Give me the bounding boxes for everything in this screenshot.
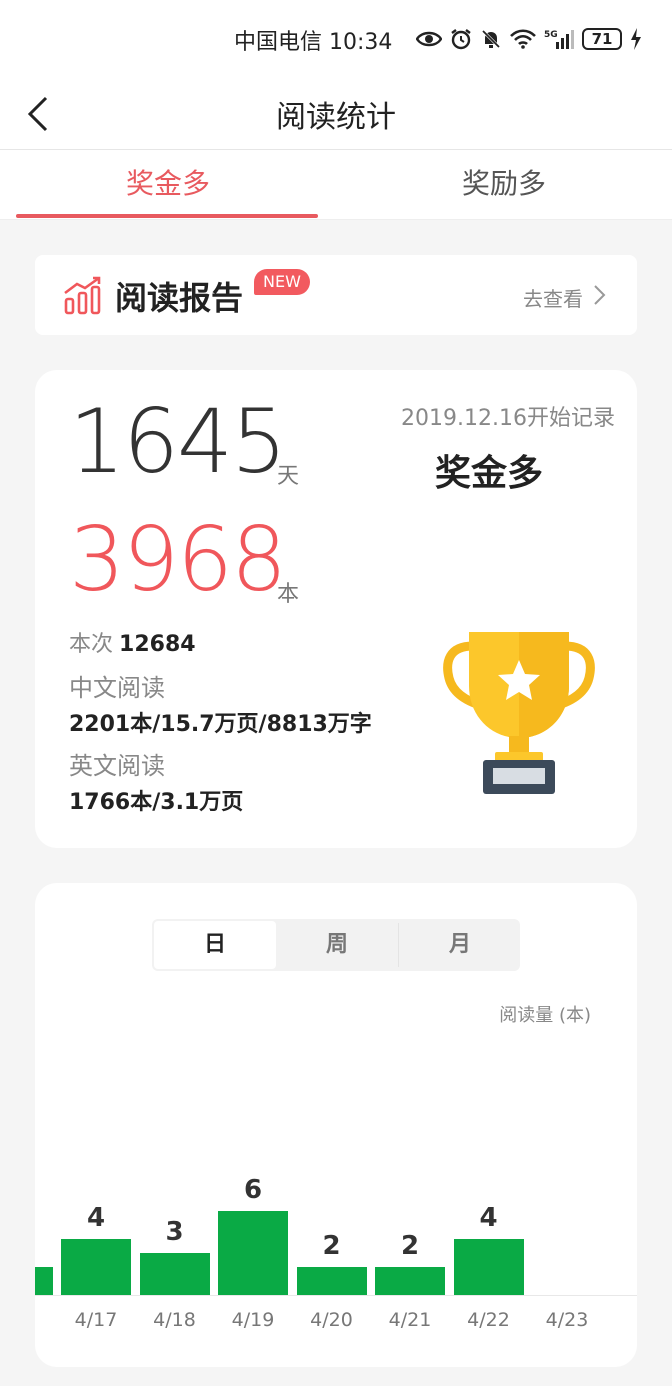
mute-icon	[481, 29, 501, 49]
books-count-unit: 本	[277, 582, 300, 607]
toggle-day[interactable]: 日	[154, 921, 276, 969]
chart-bar-value-label: 2	[400, 1231, 420, 1261]
chart-unit-label: 阅读量 (本)	[499, 1005, 591, 1026]
reading-report-card[interactable]: 阅读报告 NEW 去查看	[35, 255, 637, 335]
bar-chart: 4 4/17 3 4/18 6 4/19 2 4/20 2 4/21 4 4/22 4/23	[35, 1043, 637, 1367]
status-carrier-time: 中国电信 10:34	[234, 30, 393, 55]
books-count-value: 3968	[69, 508, 287, 611]
5g-signal-icon: 5G	[544, 30, 574, 49]
reading-days-value: 1645	[69, 390, 287, 493]
title-bar: 阅读统计	[0, 78, 672, 150]
chart-bar[interactable]	[375, 1267, 445, 1295]
chart-bar[interactable]	[139, 1253, 210, 1295]
chart-x-tick-label: 4/20	[310, 1309, 353, 1331]
wifi-icon	[510, 29, 536, 49]
tab-jiangjinduo[interactable]: 奖金多	[0, 150, 336, 220]
bar-chart-icon	[64, 276, 101, 315]
new-badge: NEW	[254, 269, 310, 295]
chart-bar-value-label: 4	[479, 1203, 498, 1233]
svg-text:5G: 5G	[544, 30, 558, 40]
tab-bar: 奖金多 奖励多	[0, 150, 672, 220]
charging-icon	[631, 28, 641, 50]
english-reading-label: 英文阅读	[69, 752, 165, 780]
english-reading-value: 1766本/3.1万页	[69, 790, 244, 815]
chart-x-tick-label: 4/17	[74, 1309, 118, 1331]
status-bar: 中国电信 10:34 5G 71	[0, 0, 672, 78]
sessions-label: 本次	[69, 632, 114, 657]
x-axis-line	[35, 1295, 637, 1296]
app-name: 奖金多	[435, 453, 544, 494]
chevron-right-icon	[594, 285, 606, 305]
chinese-reading-value: 2201本/15.7万页/8813万字	[69, 712, 372, 737]
active-tab-indicator	[16, 214, 318, 218]
alarm-icon	[451, 29, 471, 50]
toggle-week[interactable]: 周	[276, 921, 398, 969]
chart-bar-value-label: 6	[243, 1175, 263, 1205]
chart-bar[interactable]	[453, 1239, 524, 1295]
reading-report-label: 阅读报告	[115, 279, 244, 317]
chart-x-tick-label: 4/23	[545, 1309, 589, 1331]
chart-bar[interactable]	[61, 1239, 131, 1295]
reading-chart-card: 日 周 月 阅读量 (本) 4 4/17 3 4/18 6 4/19 2 4/20 2 4/21 4…	[35, 883, 637, 1367]
chart-bar-value-label: 4	[86, 1203, 106, 1233]
battery-indicator: 71	[582, 28, 622, 50]
page-title: 阅读统计	[276, 100, 396, 135]
chart-bar-value-label: 2	[322, 1231, 341, 1261]
summary-card: 1645 天 3968 本 2019.12.16开始记录 奖金多 本次 12684…	[35, 370, 637, 848]
record-start-date: 2019.12.16开始记录	[401, 406, 615, 431]
toggle-month[interactable]: 月	[399, 921, 521, 969]
sessions-value: 12684	[119, 632, 196, 657]
eye-icon	[416, 31, 442, 47]
reading-days-unit: 天	[277, 464, 300, 489]
chart-x-tick-label: 4/21	[388, 1309, 432, 1331]
chart-x-tick-label: 4/22	[467, 1309, 510, 1331]
view-report-link[interactable]: 去查看	[523, 283, 583, 312]
chinese-reading-label: 中文阅读	[69, 674, 165, 702]
chart-x-tick-label: 4/19	[231, 1309, 275, 1331]
chart-x-tick-label: 4/18	[153, 1309, 196, 1331]
chart-bar-partial	[35, 1267, 53, 1295]
tab-jiangliduo[interactable]: 奖励多	[336, 150, 672, 220]
chart-bar-value-label: 3	[165, 1217, 184, 1247]
chart-bar[interactable]	[218, 1211, 288, 1295]
chart-bar[interactable]	[296, 1267, 367, 1295]
status-icons: 5G 71	[416, 22, 642, 56]
period-toggle: 日 周 月	[152, 919, 520, 971]
trophy-icon	[443, 632, 595, 794]
sessions-row: 本次 12684	[69, 626, 196, 658]
